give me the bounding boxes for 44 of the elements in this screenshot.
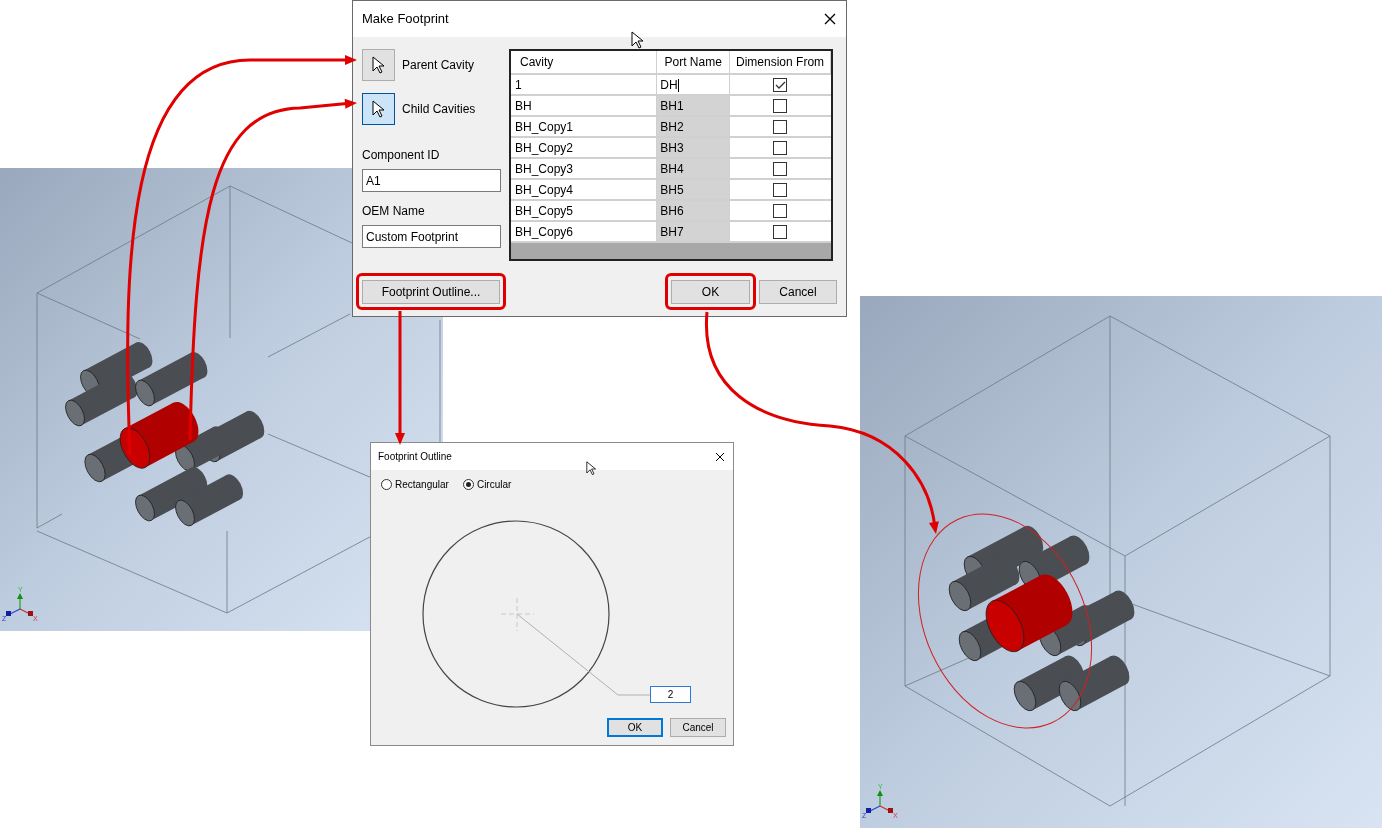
column-header[interactable]: Dimension From — [729, 51, 831, 74]
radius-input-field[interactable]: 2 — [650, 686, 691, 703]
table-cell[interactable]: BH_Copy4 — [511, 179, 657, 200]
text-input-field[interactable]: A1 — [362, 169, 501, 192]
checkbox[interactable] — [773, 204, 788, 219]
center-mark-icon — [500, 597, 535, 632]
close-icon[interactable] — [715, 451, 725, 462]
radio-option[interactable]: Rectangular — [381, 477, 449, 491]
checkbox[interactable] — [773, 120, 788, 135]
pick-button[interactable] — [362, 93, 395, 125]
checkbox[interactable] — [773, 225, 788, 240]
text-input-field[interactable]: Custom Footprint — [362, 225, 501, 248]
close-icon[interactable] — [824, 13, 836, 25]
checkbox[interactable] — [773, 99, 788, 114]
field-label: Component ID — [362, 147, 441, 164]
checkbox[interactable] — [773, 162, 788, 177]
table-cell[interactable]: 1 — [511, 74, 657, 95]
axis-triad-icon — [6, 593, 33, 616]
mouse-pointer-icon — [372, 100, 385, 118]
dialog-button[interactable]: Cancel — [670, 718, 726, 737]
table-cell[interactable]: BH_Copy3 — [511, 158, 657, 179]
dialog-button[interactable]: Footprint Outline... — [362, 280, 500, 304]
dialog-button[interactable]: Cancel — [759, 279, 837, 304]
column-header[interactable]: Port Name — [656, 51, 730, 74]
button-label: Child Cavities — [402, 101, 476, 118]
table-cell[interactable]: BH_Copy1 — [511, 116, 657, 137]
table-cell[interactable]: BH — [511, 95, 657, 116]
dialog-button[interactable]: OK — [671, 280, 750, 304]
checkbox[interactable] — [773, 78, 788, 93]
window-title: Make Footprint — [362, 10, 449, 29]
pick-button[interactable] — [362, 49, 395, 81]
checkbox[interactable] — [773, 183, 788, 198]
button-label: Parent Cavity — [402, 57, 475, 74]
radio-option[interactable]: Circular — [462, 477, 512, 491]
field-label: OEM Name — [362, 203, 426, 220]
table-cell[interactable]: BH_Copy6 — [511, 221, 657, 242]
column-header[interactable]: Cavity — [511, 51, 657, 74]
dialog-button[interactable]: OK — [607, 718, 663, 737]
table-cell[interactable]: BH_Copy2 — [511, 137, 657, 158]
checkbox[interactable] — [773, 141, 788, 156]
axis-triad-icon — [866, 790, 893, 813]
table-cell[interactable]: BH_Copy5 — [511, 200, 657, 221]
window-title: Footprint Outline — [378, 450, 452, 464]
mouse-pointer-icon — [372, 56, 385, 74]
